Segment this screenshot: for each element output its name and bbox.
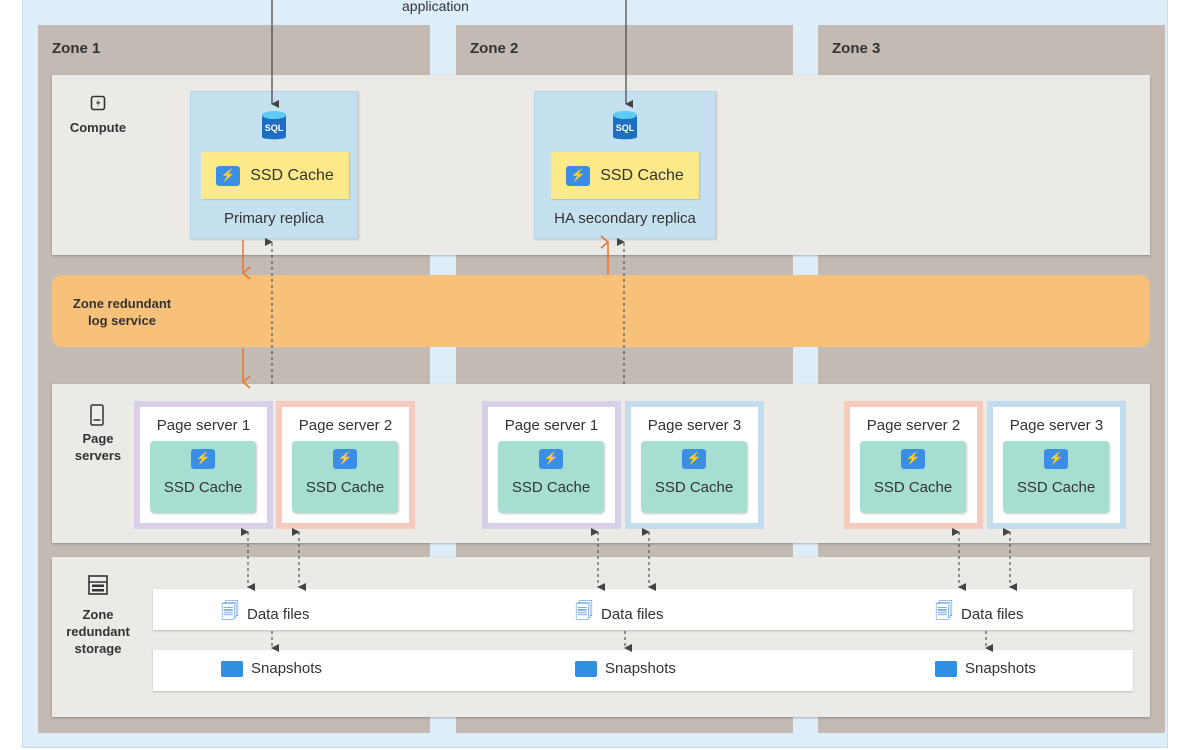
page-server-box: Page server 1 ⚡ SSD Cache — [134, 401, 273, 529]
data-files-item: 🗐 Data files — [575, 599, 664, 629]
ssd-cache-label: SSD Cache — [1016, 479, 1096, 496]
page-server-name: Page server 3 — [647, 417, 742, 434]
data-files-icon: 🗐 — [221, 601, 239, 621]
ssd-cache: ⚡ SSD Cache — [292, 441, 398, 513]
page-server-box: Page server 3 ⚡ SSD Cache — [987, 401, 1126, 529]
replica-label: HA secondary replica — [554, 210, 696, 227]
compute-chip-icon — [90, 95, 106, 111]
ssd-cache: ⚡ SSD Cache — [201, 152, 349, 199]
compute-label: Compute — [69, 120, 127, 135]
data-files-label: Data files — [960, 605, 1024, 623]
snapshots-item: Snapshots — [935, 660, 1036, 677]
data-files-item: 🗐 Data files — [935, 599, 1024, 629]
sql-database-icon: SQL — [613, 111, 637, 140]
page-server-name: Page server 2 — [298, 417, 393, 434]
page-server-name: Page server 1 — [504, 417, 599, 434]
log-service-label: Zone redundant log service — [72, 296, 172, 328]
data-files-label: Data files — [600, 605, 664, 623]
ssd-icon: ⚡ — [901, 449, 925, 469]
snapshots-item: Snapshots — [221, 660, 322, 677]
zone-title: Zone 1 — [52, 40, 101, 57]
ssd-icon: ⚡ — [682, 449, 706, 469]
page-server-name: Page server 3 — [1009, 417, 1104, 434]
data-files-icon: 🗐 — [575, 601, 593, 621]
snapshots-label: Snapshots — [251, 660, 322, 677]
ssd-cache: ⚡ SSD Cache — [150, 441, 256, 513]
ssd-cache: ⚡ SSD Cache — [551, 152, 699, 199]
storage-layer: Zone redundant storage — [52, 557, 1150, 717]
snapshots-bar: Snapshots Snapshots Snapshots — [153, 650, 1133, 691]
zone-title: Zone 2 — [470, 40, 519, 57]
data-files-bar: 🗐 Data files 🗐 Data files 🗐 Data files — [153, 589, 1133, 630]
page-server-box: Page server 2 ⚡ SSD Cache — [276, 401, 415, 529]
svg-text:SQL: SQL — [265, 123, 284, 133]
storage-icon — [88, 575, 108, 595]
log-service-layer: Zone redundant log service — [52, 275, 1150, 347]
page-server-box: Page server 3 ⚡ SSD Cache — [625, 401, 764, 529]
ssd-cache-label: SSD Cache — [511, 479, 591, 496]
ssd-cache-label: SSD Cache — [250, 166, 334, 184]
ssd-icon: ⚡ — [191, 449, 215, 469]
ssd-cache: ⚡ SSD Cache — [1003, 441, 1109, 513]
snapshot-icon — [221, 660, 243, 677]
page-servers-label: Page servers — [74, 431, 122, 463]
ssd-cache-label: SSD Cache — [654, 479, 734, 496]
ssd-cache: ⚡ SSD Cache — [860, 441, 966, 513]
ssd-cache: ⚡ SSD Cache — [498, 441, 604, 513]
replica-label: Primary replica — [223, 210, 325, 227]
ssd-icon: ⚡ — [1044, 449, 1068, 469]
sql-database-icon: SQL — [262, 111, 286, 140]
page-server-box: Page server 1 ⚡ SSD Cache — [482, 401, 621, 529]
page-server-icon — [90, 404, 104, 426]
ssd-cache-label: SSD Cache — [873, 479, 953, 496]
top-label: application — [402, 0, 469, 14]
ssd-cache-label: SSD Cache — [305, 479, 385, 496]
data-files-item: 🗐 Data files — [221, 599, 310, 629]
data-files-icon: 🗐 — [935, 601, 953, 621]
ha-secondary-replica: SQL ⚡ SSD Cache HA secondary replica — [534, 91, 716, 239]
page-server-name: Page server 1 — [156, 417, 251, 434]
ssd-icon: ⚡ — [566, 165, 591, 186]
ssd-cache-label: SSD Cache — [600, 166, 684, 184]
storage-label: Zone redundant storage — [66, 607, 130, 656]
ssd-icon: ⚡ — [333, 449, 357, 469]
page-server-box: Page server 2 ⚡ SSD Cache — [844, 401, 983, 529]
snapshots-item: Snapshots — [575, 660, 676, 677]
data-files-label: Data files — [246, 605, 310, 623]
zone-title: Zone 3 — [832, 40, 881, 57]
snapshot-icon — [935, 660, 957, 677]
snapshots-label: Snapshots — [605, 660, 676, 677]
ssd-cache: ⚡ SSD Cache — [641, 441, 747, 513]
snapshots-label: Snapshots — [965, 660, 1036, 677]
ssd-cache-label: SSD Cache — [163, 479, 243, 496]
primary-replica: SQL ⚡ SSD Cache Primary replica — [190, 91, 358, 239]
svg-text:SQL: SQL — [616, 123, 635, 133]
snapshot-icon — [575, 660, 597, 677]
ssd-icon: ⚡ — [539, 449, 563, 469]
ssd-icon: ⚡ — [216, 165, 241, 186]
page-server-name: Page server 2 — [866, 417, 961, 434]
